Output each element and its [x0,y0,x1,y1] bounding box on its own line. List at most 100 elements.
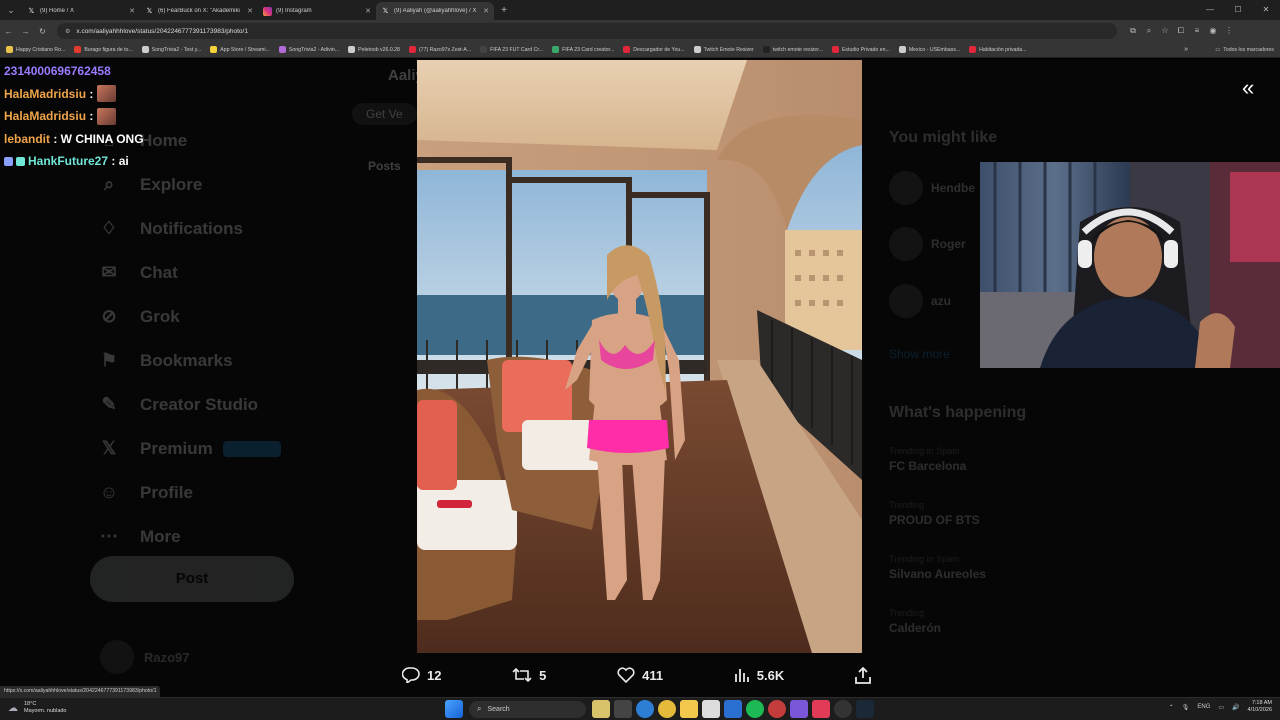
bookmark-item[interactable]: (77) Razo97s Zest-A... [408,46,471,53]
discord-icon[interactable] [790,700,808,718]
back-icon[interactable]: ← [0,27,17,36]
task-view-icon[interactable] [614,700,632,718]
tab-posts[interactable]: Posts [368,159,401,173]
media-icon[interactable] [812,700,830,718]
mic-icon[interactable]: 🎙 [1182,704,1190,711]
bookmark-item[interactable]: Descargador de You... [623,46,685,53]
install-icon[interactable]: ⧉ [1125,26,1141,36]
tab-search-icon[interactable]: ⌄ [0,0,22,20]
like-button[interactable]: 411 [617,667,663,683]
bookmark-item[interactable]: FIFA 23 FUT Card Cr... [480,46,543,53]
close-icon[interactable]: ✕ [483,7,489,15]
store-icon[interactable] [702,700,720,718]
maximize-icon[interactable]: ☐ [1224,0,1252,20]
kebab-menu-icon[interactable]: ⋮ [1221,26,1237,36]
nav-item-more[interactable]: ⋯ More [95,515,325,559]
bookmarks-overflow-icon[interactable]: » [1184,42,1188,58]
bookmark-item[interactable]: Mexico - USEmbass... [898,46,960,53]
chrome-icon[interactable] [658,700,676,718]
site-info-icon[interactable]: ⚙ [65,28,70,35]
views-button[interactable]: 5.6K [734,667,784,683]
network-icon[interactable]: ▭ [1218,704,1224,711]
menu-icon[interactable]: ≡ [1189,26,1205,36]
trend-item[interactable]: Trending Calderón [889,608,941,635]
file-explorer-icon[interactable] [680,700,698,718]
zoom-icon[interactable]: ⌕ [1141,26,1157,36]
chat-text: : [86,109,94,123]
extensions-icon[interactable]: ⧠ [1173,26,1189,36]
bookmark-item[interactable]: Estudio Privado en... [831,46,890,53]
language-indicator[interactable]: ENG [1197,704,1210,710]
trend-item[interactable]: Trending in Spain Silvano Aureoles [889,554,986,581]
post-button[interactable]: Post [90,556,294,602]
chat-username: HankFuture27 [28,154,109,168]
forward-icon[interactable]: → [17,27,34,36]
nav-item-creator-studio[interactable]: ✎ Creator Studio [95,383,325,427]
clock[interactable]: 7:18 AM 4/10/2026 [1248,700,1272,714]
browser-tab[interactable]: 𝕏 (9) Home / X ✕ [22,2,140,20]
browser-tab[interactable]: 𝕏 (6) FearBuck on X: "Akademiki ✕ [140,2,258,20]
close-icon[interactable]: ✕ [247,7,253,15]
show-more-link[interactable]: Show more [889,347,950,361]
spotify-icon[interactable] [746,700,764,718]
volume-icon[interactable]: 🔊 [1232,704,1239,711]
browser-tab-strip: ⌄ 𝕏 (9) Home / X ✕ 𝕏 (6) FearBuck on X: … [0,0,1280,20]
suggestion-row[interactable]: Hendbe [889,171,975,205]
search-highlight-icon[interactable] [592,700,610,718]
taskbar-search-box[interactable]: ⌕ Search [469,700,586,718]
get-verified-button[interactable]: Get Ve [352,103,417,125]
bookmark-item[interactable]: twitch emote resizer... [762,46,823,53]
bookmark-item[interactable]: Habitación privada... [969,46,1026,53]
bookmark-item[interactable]: SongTrivia2 - Adivin... [278,46,339,53]
bookmark-item[interactable]: FIFA 23 Card creator... [552,46,614,53]
browser-tab[interactable]: (9) Instagram ✕ [258,2,376,20]
nav-item-notifications[interactable]: ♢ Notifications [95,207,325,251]
chat-message: HankFuture27 : ai [4,150,144,173]
windows-start-icon[interactable] [445,700,463,718]
bookmark-item[interactable]: Peletoob v26.0.28 [348,46,400,53]
profile-icon[interactable]: ◉ [1205,26,1221,36]
avatar [100,640,134,674]
suggestion-row[interactable]: azu [889,284,951,318]
app-icon[interactable] [768,700,786,718]
chevron-up-icon[interactable]: ⌃ [1169,704,1174,711]
steam-icon[interactable] [856,700,874,718]
minimize-icon[interactable]: — [1196,0,1224,20]
share-button[interactable] [855,666,878,684]
nav-item-grok[interactable]: ⊘ Grok [95,295,325,339]
post-photo[interactable] [417,60,862,653]
close-icon[interactable]: ✕ [365,7,371,15]
close-icon[interactable]: ✕ [129,7,135,15]
bookmark-favicon-icon [762,46,770,53]
nav-item-chat[interactable]: ✉ Chat [95,251,325,295]
tab-title: (9) Home / X [40,8,75,14]
browser-tab-active[interactable]: 𝕏 (9) Aaliyah (@aaliyahhlove) / X ✕ [376,2,494,20]
account-switcher[interactable]: Razo97 [100,640,190,674]
bookmark-item[interactable]: App Store / Streami... [210,46,270,53]
collapse-sidebar-icon[interactable]: « [1242,75,1254,101]
bookmark-star-icon[interactable]: ☆ [1157,26,1173,36]
edge-icon[interactable] [636,700,654,718]
url-field[interactable]: ⚙ x.com/aaliyahhhlove/status/20422467773… [57,23,1117,39]
bookmark-item[interactable]: Happy Cristiano Ro... [6,46,65,53]
all-bookmarks-folder[interactable]: ▭ Todos los marcadores [1215,42,1274,58]
bookmark-item[interactable]: Burago figura de to... [74,46,133,53]
avatar [889,284,923,318]
nav-item-profile[interactable]: ☺ Profile [95,471,325,515]
reload-icon[interactable]: ↻ [34,27,51,36]
new-tab-icon[interactable]: + [494,5,514,16]
mail-icon[interactable] [724,700,742,718]
nav-item-premium[interactable]: 𝕏 Premium [95,427,325,471]
trend-item[interactable]: Trending in Spain FC Barcelona [889,446,966,473]
avatar [889,227,923,261]
suggestion-row[interactable]: Roger [889,227,966,261]
bookmark-item[interactable]: SongTrivia2 - Test y... [141,46,201,53]
reply-button[interactable]: 12 [402,667,441,683]
nav-item-bookmarks[interactable]: ⚑ Bookmarks [95,339,325,383]
bookmark-item[interactable]: Twitch Emote Resizer [693,46,754,53]
close-window-icon[interactable]: ✕ [1252,0,1280,20]
obs-icon[interactable] [834,700,852,718]
weather-widget[interactable]: ☁ 18°C Mayorm. nublado [8,701,67,715]
trend-item[interactable]: Trending PROUD OF BTS [889,500,980,527]
repost-button[interactable]: 5 [512,667,546,683]
